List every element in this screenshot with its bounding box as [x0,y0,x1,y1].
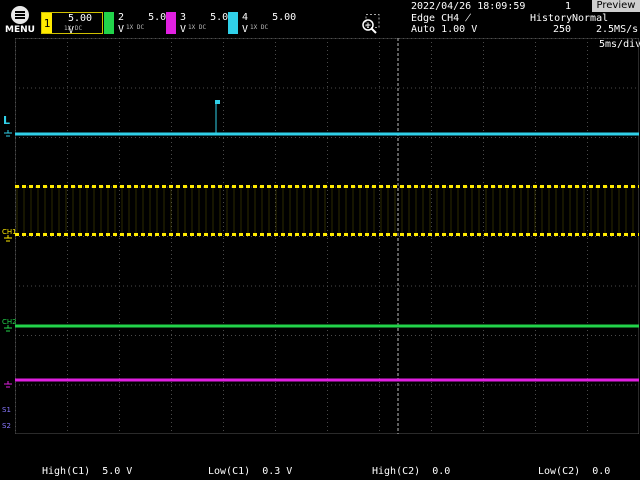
channel-3-coupling: 1X DC [188,24,207,31]
sample-rate: 2.5MS/s [596,24,639,35]
channel-3-number: 3 [180,12,187,23]
measurement-label: High(C1) [42,466,91,477]
trigger-level-marker[interactable]: L [3,114,10,127]
measurement-bar: High(C1) 5.0 V Low(C1) 0.3 V High(C2) 0.… [0,466,640,480]
channel-1-settings[interactable]: 1 5.00 V 1X DC [41,12,103,36]
measurement-value: 0.3 V [262,466,293,477]
s2-marker[interactable]: S2 [2,422,11,430]
channel-2-number: 2 [118,12,125,23]
channel-4-settings[interactable]: 4 5.00 V 1X DC [228,12,296,35]
measurement-value: 0.0 [592,466,611,477]
menu-label: MENU [5,25,35,35]
measurement-high-c2[interactable]: High(C2) 0.0 [372,466,450,477]
measurement-label: High(C2) [372,466,421,477]
channel-1-number: 1 [42,13,52,33]
channel-4-waveform [15,100,639,136]
history-label[interactable]: History [530,13,572,24]
channel-2-settings[interactable]: 2 5.00 V 1X DC [104,12,172,35]
channel-3-settings[interactable]: 3 5.00 V 1X DC [166,12,234,35]
channel-2-coupling: 1X DC [126,24,145,31]
trigger-edge[interactable]: Edge CH4 ̸ [411,13,471,24]
s1-marker[interactable]: S1 [2,406,11,414]
acquisition-mode[interactable]: Normal [572,13,608,24]
measurement-low-c2[interactable]: Low(C2) 0.0 [538,466,610,477]
preview-button[interactable]: Preview [592,0,640,12]
menu-icon [11,6,29,24]
channel-4-tag [228,12,238,34]
measurement-high-c1[interactable]: High(C1) 5.0 V [42,466,132,477]
channel-2-tag [104,12,114,34]
zoom-icon[interactable] [360,14,380,34]
channel-3-tag [166,12,176,34]
channel-4-number: 4 [242,12,249,23]
channel-1-coupling: 1X DC [64,25,83,32]
measurement-value: 5.0 V [102,466,133,477]
measurement-label: Low(C1) [208,466,251,477]
menu-button[interactable]: MENU [2,4,36,36]
measurement-low-c1[interactable]: Low(C1) 0.3 V [208,466,292,477]
history-value: 250 [553,24,572,35]
channel-4-coupling: 1X DC [250,24,269,31]
measurement-label: Low(C2) [538,466,581,477]
datetime: 2022/04/26 18:09:59 [411,1,526,12]
waveform-display[interactable] [15,38,639,434]
trigger-mode[interactable]: Auto 1.00 V [411,24,477,35]
acquisition-count: 1 [565,1,572,12]
measurement-value: 0.0 [432,466,451,477]
ground-markers [4,130,12,388]
